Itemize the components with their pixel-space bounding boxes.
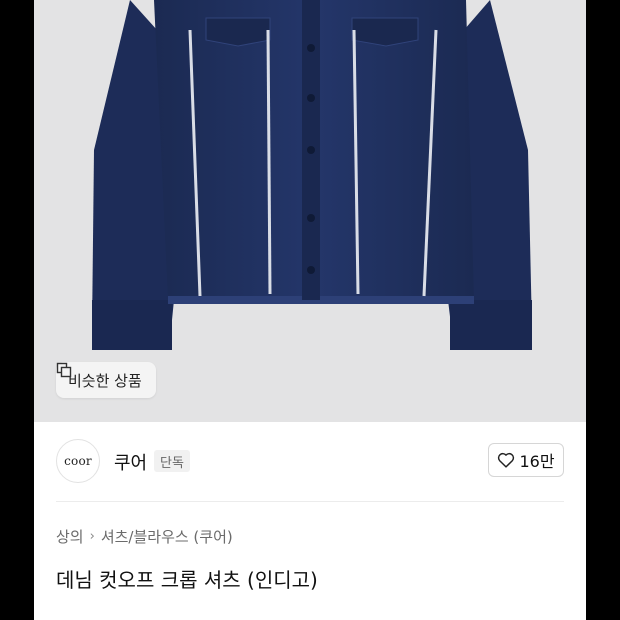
product-image[interactable]: 비슷한 상품 (34, 0, 586, 422)
brand-logo[interactable]: coor (56, 439, 100, 483)
chevron-right-icon: › (89, 529, 95, 544)
like-count: 16만 (519, 452, 555, 471)
breadcrumb-item-subcategory[interactable]: 셔츠/블라우스 (쿠어) (101, 526, 233, 547)
breadcrumb-item-category[interactable]: 상의 (56, 526, 84, 547)
similar-items-icon (56, 362, 72, 378)
product-card: 비슷한 상품 coor 쿠어 단독 16만 상의 › 셔츠/블라우스 (쿠어) … (34, 0, 586, 620)
divider (56, 501, 564, 502)
brand-row: coor 쿠어 단독 16만 (34, 422, 586, 502)
breadcrumb: 상의 › 셔츠/블라우스 (쿠어) (56, 526, 233, 547)
denim-shirt-illustration (92, 0, 532, 350)
brand-name[interactable]: 쿠어 (114, 449, 147, 475)
similar-items-button[interactable]: 비슷한 상품 (56, 362, 156, 398)
similar-items-label: 비슷한 상품 (68, 371, 142, 390)
like-button[interactable]: 16만 (488, 443, 564, 477)
exclusive-badge: 단독 (154, 450, 190, 472)
product-title: 데님 컷오프 크롭 셔츠 (인디고) (56, 568, 318, 592)
heart-icon (498, 452, 515, 468)
